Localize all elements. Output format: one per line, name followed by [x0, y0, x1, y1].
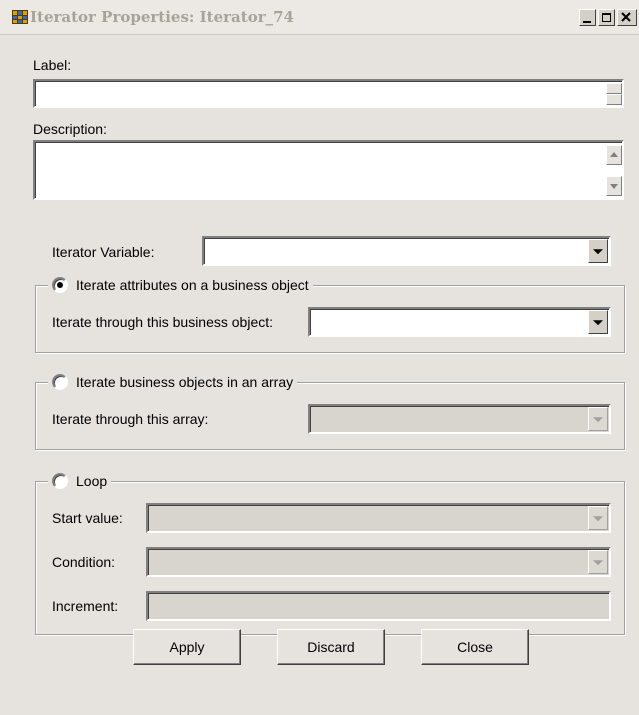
condition-dropdown-button[interactable] [588, 550, 608, 574]
increment-input[interactable] [146, 591, 611, 621]
scroll-up-arrow-icon [610, 152, 618, 157]
business-object-group: Iterate attributes on a business object … [35, 277, 625, 353]
close-button[interactable]: Close [421, 629, 529, 665]
label-input[interactable] [33, 79, 624, 108]
minimize-icon [583, 21, 591, 23]
minimize-button[interactable] [579, 9, 596, 26]
chevron-down-icon [593, 516, 603, 522]
chevron-down-icon [593, 417, 603, 423]
start-value-dropdown-button[interactable] [588, 506, 608, 530]
chevron-down-icon [593, 320, 603, 326]
title-bar: Iterator Properties: Iterator_74 [0, 0, 639, 35]
chevron-down-icon [593, 249, 603, 255]
condition-label: Condition: [52, 554, 116, 570]
start-value-label: Start value: [52, 510, 123, 526]
discard-button[interactable]: Discard [277, 629, 385, 665]
description-scroll-down-button[interactable] [606, 176, 622, 196]
business-object-dropdown-button[interactable] [588, 310, 608, 334]
array-group: Iterate business objects in an array Ite… [35, 374, 625, 450]
description-textarea[interactable] [33, 140, 624, 200]
close-icon [621, 12, 631, 22]
radio-unselected-icon [52, 374, 68, 390]
radio-selected-icon [52, 277, 68, 293]
condition-dropdown[interactable] [146, 547, 611, 577]
iterator-app-icon [12, 10, 28, 24]
close-window-button[interactable] [617, 9, 637, 26]
iterator-variable-label: Iterator Variable: [52, 244, 155, 260]
scroll-down-arrow-icon [610, 184, 618, 189]
loop-radio[interactable]: Loop [48, 473, 112, 489]
increment-label: Increment: [52, 598, 119, 614]
loop-group: Loop Start value: Condition: Increment: [35, 473, 625, 635]
window-title: Iterator Properties: Iterator_74 [30, 8, 294, 26]
array-field-label: Iterate through this array: [52, 411, 209, 427]
maximize-button[interactable] [598, 9, 615, 26]
chevron-down-icon [593, 560, 603, 566]
iterator-variable-dropdown-button[interactable] [588, 239, 608, 263]
label-spin-down[interactable] [606, 94, 622, 105]
radio-unselected-icon [52, 473, 68, 489]
start-value-dropdown[interactable] [146, 503, 611, 533]
label-spin-up[interactable] [606, 83, 622, 94]
array-dropdown[interactable] [308, 404, 611, 434]
label-field-label: Label: [33, 57, 72, 73]
array-radio-label: Iterate business objects in an array [76, 374, 294, 390]
description-field-label: Description: [33, 121, 107, 137]
loop-radio-label: Loop [76, 473, 108, 489]
apply-button[interactable]: Apply [133, 629, 241, 665]
maximize-icon [602, 13, 611, 22]
business-object-radio-label: Iterate attributes on a business object [76, 277, 309, 293]
business-object-dropdown[interactable] [308, 307, 611, 337]
description-scroll-up-button[interactable] [606, 145, 622, 165]
array-dropdown-button[interactable] [588, 407, 608, 431]
business-object-radio[interactable]: Iterate attributes on a business object [48, 277, 313, 293]
iterator-variable-dropdown[interactable] [202, 236, 611, 266]
array-radio[interactable]: Iterate business objects in an array [48, 374, 298, 390]
business-object-field-label: Iterate through this business object: [52, 314, 274, 330]
